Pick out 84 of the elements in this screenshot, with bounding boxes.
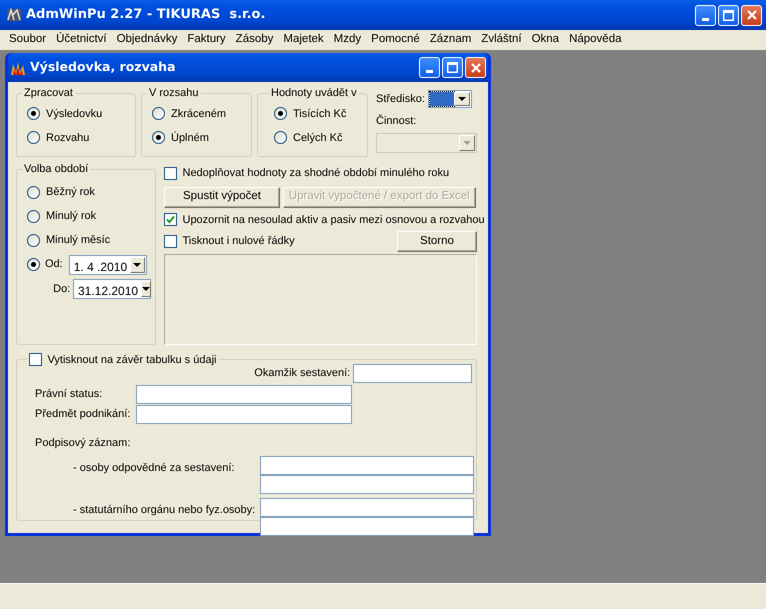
radio-label[interactable]: Minulý měsíc <box>46 232 110 249</box>
action-button[interactable]: Spustit výpočet <box>164 186 280 208</box>
radio-button[interactable] <box>27 107 40 120</box>
field-label: - statutárního orgánu nebo fyz.osoby: <box>72 502 256 518</box>
radio-label[interactable]: Celých Kč <box>293 130 343 146</box>
menu-item[interactable]: Pomocné <box>366 31 425 49</box>
field-label: Okamžik sestavení: <box>254 366 350 382</box>
radio-label[interactable]: Úplném <box>171 130 209 146</box>
radio-label[interactable]: Tisících Kč <box>293 106 346 122</box>
menu-item[interactable]: Mzdy <box>328 31 366 49</box>
radio-button[interactable] <box>152 131 165 144</box>
maximize-icon <box>723 10 734 20</box>
group-label: Volba období <box>23 163 90 175</box>
radio-button[interactable] <box>27 210 40 223</box>
menu-item[interactable]: Nápověda <box>564 31 626 49</box>
minimize-icon <box>426 70 433 73</box>
minimize-icon <box>702 18 709 20</box>
close-icon <box>470 62 480 72</box>
field-label: Do: <box>53 282 70 297</box>
menu-item[interactable]: Soubor <box>4 31 52 49</box>
field-label: - osoby odpovědné za sestavení: <box>72 460 236 476</box>
menu-item[interactable]: Zásoby <box>230 31 278 49</box>
radio-label[interactable]: Zkráceném <box>171 106 226 122</box>
checkbox-label[interactable]: Tisknout i nulové řádky <box>182 233 295 250</box>
close-button[interactable] <box>741 4 762 26</box>
checkbox[interactable] <box>164 235 177 248</box>
menu-item[interactable]: Majetek <box>278 31 329 49</box>
text-field[interactable] <box>136 385 352 404</box>
field-label: Středisko: <box>376 92 425 106</box>
radio-label[interactable]: Běžný rok <box>46 184 95 201</box>
close-button[interactable] <box>465 57 486 78</box>
close-icon <box>746 10 756 20</box>
date-combo[interactable]: 31.12.2010 <box>73 279 151 300</box>
group-label: Zpracovat <box>23 87 74 99</box>
app-icon <box>6 7 22 23</box>
menu-item[interactable]: Záznam <box>424 31 476 49</box>
cancel-button[interactable]: Storno <box>397 231 477 252</box>
menu-item[interactable]: Zvláštní <box>476 31 527 49</box>
menu-item[interactable]: Faktury <box>182 31 231 49</box>
menu-item[interactable]: Okna <box>526 31 564 49</box>
field-label: Právní status: <box>35 387 104 402</box>
dialog-title: Výsledovka, rozvaha <box>30 58 176 76</box>
maximize-icon <box>447 62 458 73</box>
text-field[interactable] <box>136 405 352 424</box>
radio-label[interactable]: Rozvahu <box>46 130 90 146</box>
minimize-button[interactable] <box>695 4 716 26</box>
radio-button[interactable] <box>27 234 40 247</box>
checkbox-label[interactable]: Vytisknout na závěr tabulku s údaji <box>48 354 216 366</box>
checkbox-label[interactable]: Nedoplňovat hodnoty za shodné období minulého roku <box>182 165 450 182</box>
group-label: V rozsahu <box>148 87 200 99</box>
dropdown-button[interactable] <box>141 281 152 298</box>
maximize-button[interactable] <box>442 57 463 78</box>
field-label: Podpisový záznam: <box>35 436 132 451</box>
radio-button[interactable] <box>274 131 287 144</box>
radio-button[interactable] <box>152 107 165 120</box>
checkbox[interactable] <box>164 213 177 226</box>
text-field[interactable] <box>260 456 474 474</box>
text-field[interactable] <box>353 364 472 383</box>
minimize-button[interactable] <box>419 57 440 78</box>
radio-button[interactable] <box>27 258 40 271</box>
radio-label[interactable]: Od: <box>45 256 63 273</box>
radio-button[interactable] <box>27 131 40 144</box>
text-field[interactable] <box>260 498 474 516</box>
radio-button[interactable] <box>274 107 287 120</box>
checkbox-label[interactable]: Upozornit na nesoulad aktiv a pasiv mezi osnovou a rozvahou <box>182 212 485 228</box>
radio-label[interactable]: Výsledovku <box>46 106 102 122</box>
check-icon <box>166 215 175 224</box>
group-label: Hodnoty uvádět v <box>270 87 358 99</box>
checkbox[interactable] <box>164 166 177 180</box>
menu-item[interactable]: Objednávky <box>112 31 182 49</box>
menu-item[interactable]: Účetnictví <box>51 31 112 49</box>
dropdown-button[interactable] <box>454 92 470 106</box>
text-field[interactable] <box>260 516 474 536</box>
dropdown-button[interactable] <box>130 256 145 272</box>
checkbox[interactable] <box>29 353 42 366</box>
radio-label[interactable]: Minulý rok <box>46 208 96 225</box>
maximize-button[interactable] <box>718 4 739 26</box>
date-combo[interactable]: 1. 4 .2010 <box>68 254 147 274</box>
center-combo[interactable] <box>428 90 472 108</box>
field-label: Předmět podnikání: <box>35 407 132 422</box>
text-field[interactable] <box>260 474 474 494</box>
field-label: Činnost: <box>376 113 418 130</box>
radio-button[interactable] <box>27 186 40 199</box>
window-title: AdmWinPu 2.27 - TIKURAS s.r.o. <box>26 6 266 24</box>
